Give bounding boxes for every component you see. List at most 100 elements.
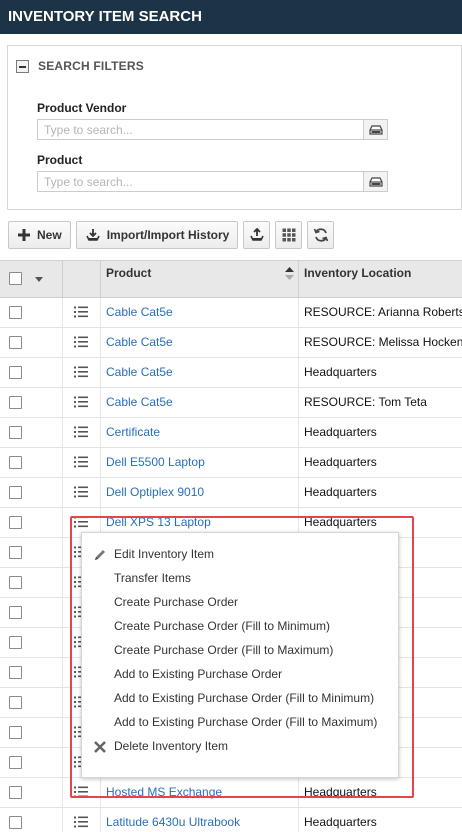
row-checkbox[interactable]	[9, 576, 22, 589]
product-vendor-label: Product Vendor	[37, 101, 127, 115]
inventory-location-cell: Headquarters	[304, 455, 377, 469]
context-menu-item[interactable]: Edit Inventory Item	[114, 547, 214, 561]
row-checkbox[interactable]	[9, 606, 22, 619]
row-menu-icon[interactable]	[74, 306, 88, 318]
row-menu-icon[interactable]	[74, 486, 88, 498]
inventory-location-cell: Headquarters	[304, 785, 377, 799]
row-menu-icon[interactable]	[74, 366, 88, 378]
product-link[interactable]: Dell Optiplex 9010	[106, 485, 204, 499]
row-checkbox[interactable]	[9, 426, 22, 439]
row-checkbox[interactable]	[9, 786, 22, 799]
column-separator	[62, 478, 63, 508]
column-separator	[62, 808, 63, 832]
column-separator	[100, 778, 101, 808]
product-vendor-input[interactable]	[37, 119, 364, 140]
product-link[interactable]: Cable Cat5e	[106, 365, 173, 379]
product-link[interactable]: Dell XPS 13 Laptop	[106, 515, 211, 529]
import-button-label: Import/Import History	[106, 228, 230, 242]
column-separator	[62, 688, 63, 718]
row-checkbox[interactable]	[9, 816, 22, 829]
row-checkbox[interactable]	[9, 516, 22, 529]
row-checkbox[interactable]	[9, 486, 22, 499]
table-row[interactable]: Certificate Headquarters	[0, 418, 462, 448]
column-separator	[62, 298, 63, 328]
row-menu-icon[interactable]	[74, 426, 88, 438]
column-separator	[62, 778, 63, 808]
search-filters-header[interactable]: SEARCH FILTERS	[16, 59, 144, 73]
context-menu-item[interactable]: Add to Existing Purchase Order (Fill to …	[114, 691, 374, 705]
product-link[interactable]: Certificate	[106, 425, 160, 439]
row-checkbox[interactable]	[9, 336, 22, 349]
refresh-button[interactable]	[307, 221, 335, 249]
column-separator	[298, 448, 299, 478]
row-checkbox[interactable]	[9, 396, 22, 409]
refresh-icon	[313, 228, 329, 242]
product-link[interactable]: Cable Cat5e	[106, 335, 173, 349]
inventory-location-cell: Headquarters	[304, 425, 377, 439]
product-lookup-button[interactable]	[364, 171, 388, 192]
column-separator	[298, 388, 299, 418]
new-button[interactable]: New	[8, 221, 71, 249]
row-checkbox[interactable]	[9, 306, 22, 319]
context-menu-item[interactable]: Create Purchase Order	[114, 595, 238, 609]
inventory-location-cell: RESOURCE: Tom Teta	[304, 395, 427, 409]
collapse-icon[interactable]	[16, 59, 29, 73]
column-separator	[62, 658, 63, 688]
row-checkbox[interactable]	[9, 366, 22, 379]
product-link[interactable]: Cable Cat5e	[106, 395, 173, 409]
column-separator	[298, 358, 299, 388]
column-chooser-button[interactable]	[275, 221, 303, 249]
row-menu-icon[interactable]	[74, 816, 88, 828]
product-input[interactable]	[37, 171, 364, 192]
table-row[interactable]: Cable Cat5e Headquarters	[0, 358, 462, 388]
sort-icon[interactable]	[285, 267, 294, 280]
export-button[interactable]	[243, 221, 271, 249]
row-checkbox[interactable]	[9, 696, 22, 709]
chevron-down-icon[interactable]	[35, 277, 43, 282]
row-menu-icon[interactable]	[74, 456, 88, 468]
context-menu-item[interactable]: Create Purchase Order (Fill to Maximum)	[114, 643, 333, 657]
select-all-checkbox[interactable]	[9, 272, 22, 285]
inventory-location-cell: RESOURCE: Arianna Roberts	[304, 305, 462, 319]
table-row[interactable]: Latitude 6430u Ultrabook Headquarters	[0, 808, 462, 832]
context-menu-item[interactable]: Delete Inventory Item	[114, 739, 228, 753]
column-header-inventory-location[interactable]: Inventory Location	[304, 266, 411, 280]
table-row[interactable]: Dell Optiplex 9010 Headquarters	[0, 478, 462, 508]
import-button[interactable]: Import/Import History	[75, 221, 239, 249]
column-separator	[100, 358, 101, 388]
context-menu-item[interactable]: Add to Existing Purchase Order (Fill to …	[114, 715, 377, 729]
lookup-icon	[368, 176, 383, 187]
table-row[interactable]: Cable Cat5e RESOURCE: Melissa Hocken	[0, 328, 462, 358]
column-separator	[298, 418, 299, 448]
product-link[interactable]: Latitude 6430u Ultrabook	[106, 815, 240, 829]
row-checkbox[interactable]	[9, 666, 22, 679]
table-row[interactable]: Cable Cat5e RESOURCE: Arianna Roberts	[0, 298, 462, 328]
pencil-icon	[95, 550, 105, 560]
column-separator	[100, 388, 101, 418]
row-checkbox[interactable]	[9, 456, 22, 469]
row-checkbox[interactable]	[9, 726, 22, 739]
row-menu-icon[interactable]	[74, 786, 88, 798]
product-vendor-lookup-button[interactable]	[364, 119, 388, 140]
row-checkbox[interactable]	[9, 756, 22, 769]
column-separator	[62, 388, 63, 418]
row-menu-icon[interactable]	[74, 396, 88, 408]
context-menu-item[interactable]: Transfer Items	[114, 571, 191, 585]
column-separator	[62, 261, 63, 299]
table-row[interactable]: Cable Cat5e RESOURCE: Tom Teta	[0, 388, 462, 418]
context-menu-item[interactable]: Add to Existing Purchase Order	[114, 667, 282, 681]
row-menu-icon[interactable]	[74, 336, 88, 348]
page-title: INVENTORY ITEM SEARCH	[0, 0, 462, 34]
context-menu-item[interactable]: Create Purchase Order (Fill to Minimum)	[114, 619, 330, 633]
product-link[interactable]: Cable Cat5e	[106, 305, 173, 319]
product-link[interactable]: Dell E5500 Laptop	[106, 455, 205, 469]
column-header-product[interactable]: Product	[106, 266, 151, 280]
inventory-location-cell: Headquarters	[304, 485, 377, 499]
row-checkbox[interactable]	[9, 546, 22, 559]
table-row[interactable]: Dell E5500 Laptop Headquarters	[0, 448, 462, 478]
product-link[interactable]: Hosted MS Exchange	[106, 785, 222, 799]
row-menu-icon[interactable]	[74, 516, 88, 528]
row-checkbox[interactable]	[9, 636, 22, 649]
table-row[interactable]: Hosted MS Exchange Headquarters	[0, 778, 462, 808]
column-separator	[298, 298, 299, 328]
